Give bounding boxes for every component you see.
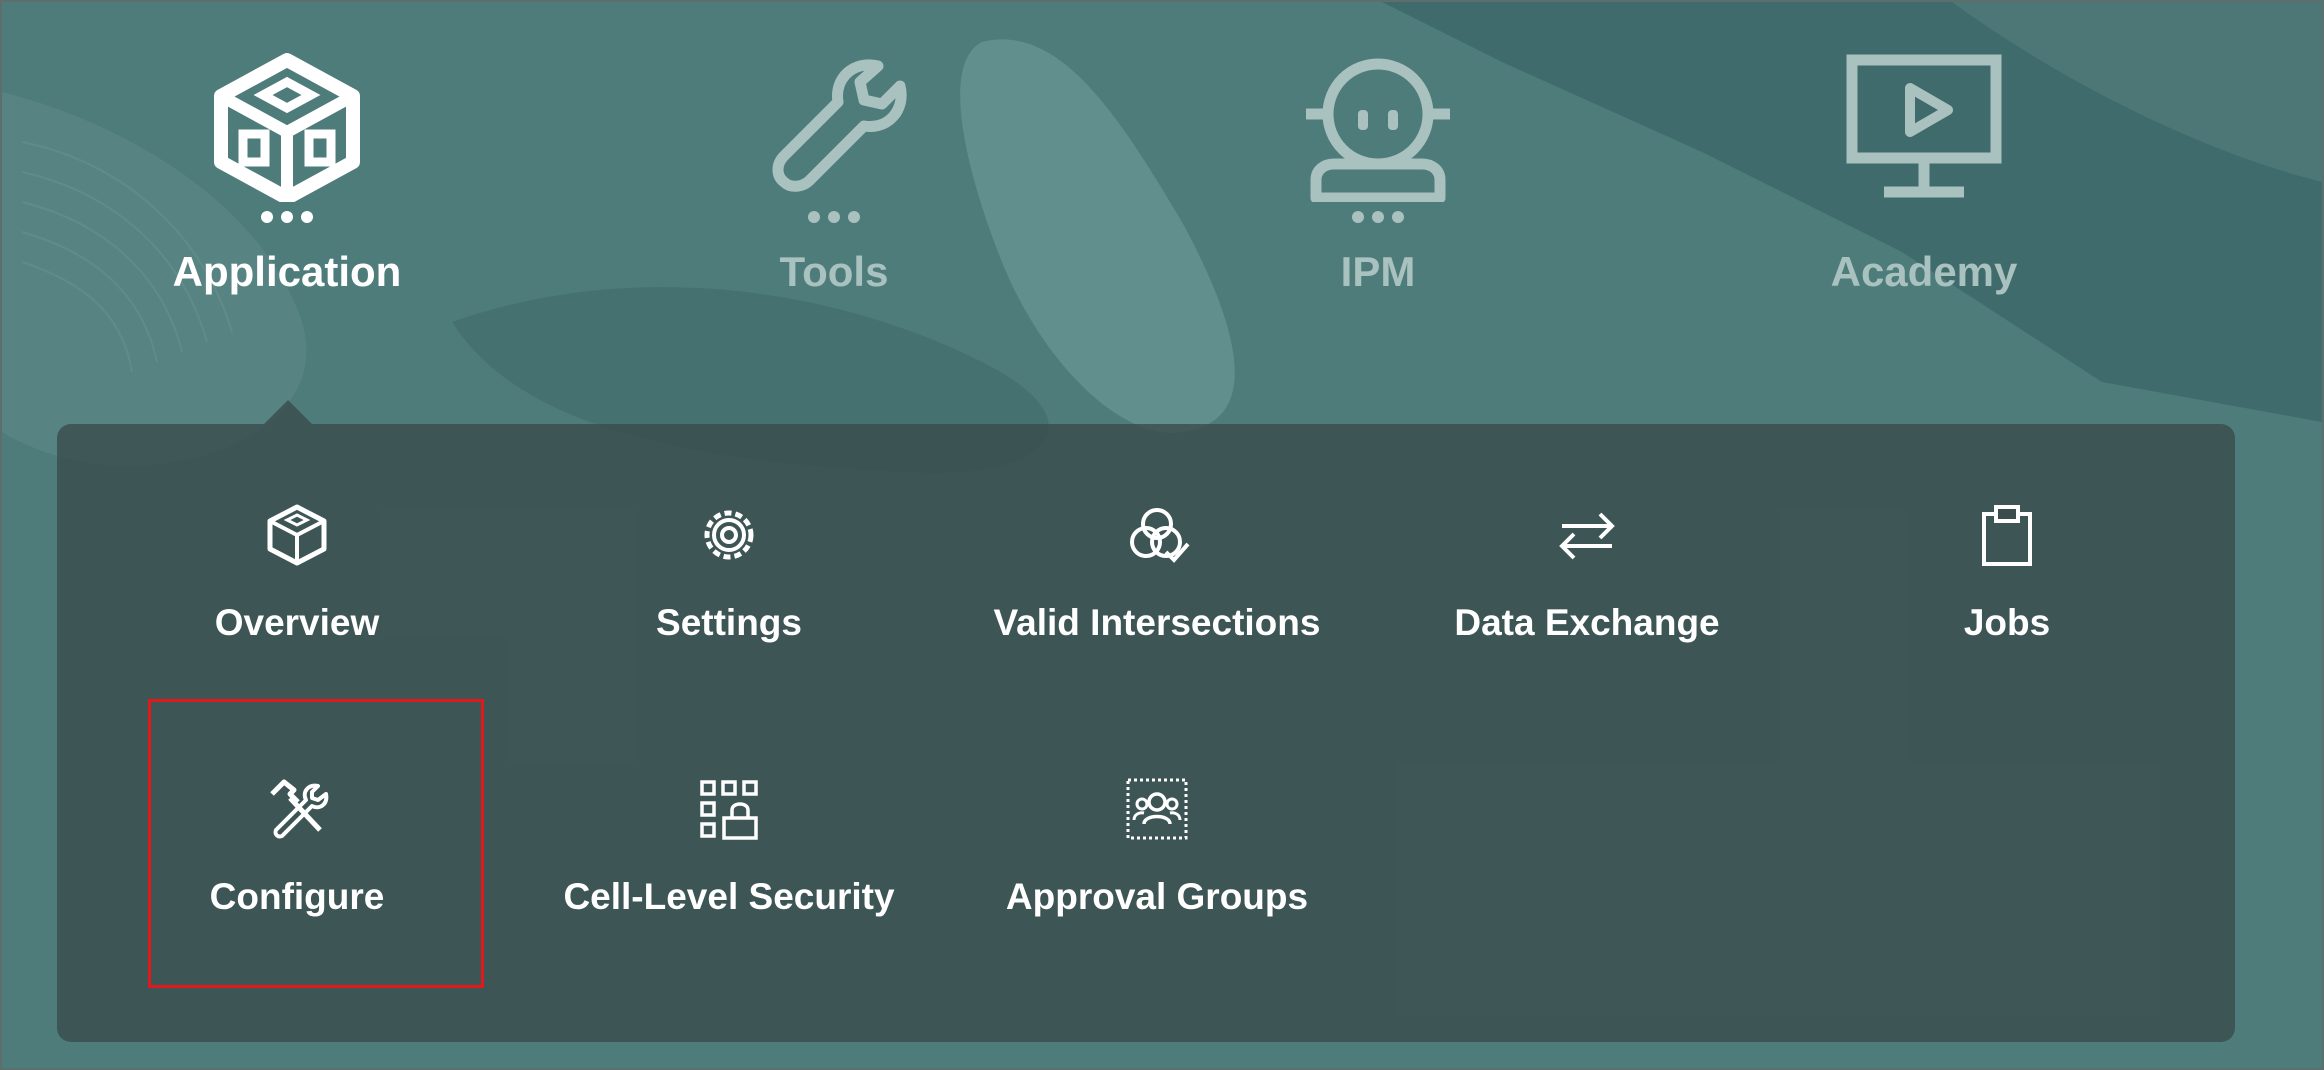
nav-label-application: Application bbox=[172, 248, 402, 295]
configure-highlight-box bbox=[148, 699, 484, 988]
nav-label-tools: Tools bbox=[779, 248, 889, 295]
cube-icon bbox=[267, 504, 327, 566]
panel-pointer bbox=[264, 400, 312, 424]
tile-label-data-exchange: Data Exchange bbox=[1454, 602, 1720, 643]
nav-item-application[interactable]: Application bbox=[137, 52, 437, 296]
tile-label-jobs: Jobs bbox=[1963, 602, 2051, 643]
app-window: Application Tools IPM Academy Overview S… bbox=[0, 0, 2324, 1070]
more-dots-icon bbox=[261, 211, 313, 223]
application-cube-icon bbox=[214, 53, 360, 202]
clipboard-icon bbox=[1982, 505, 2032, 566]
tile-jobs[interactable]: Jobs bbox=[1797, 502, 2217, 644]
grid-lock-icon bbox=[700, 780, 758, 840]
nav-label-academy: Academy bbox=[1830, 248, 2018, 295]
tile-data-exchange[interactable]: Data Exchange bbox=[1377, 502, 1797, 644]
tile-overview[interactable]: Overview bbox=[87, 502, 507, 644]
nav-item-tools[interactable]: Tools bbox=[684, 52, 984, 296]
tile-label-approval-groups: Approval Groups bbox=[1005, 876, 1309, 917]
wrench-icon bbox=[772, 59, 907, 192]
intersections-check-icon bbox=[1130, 508, 1190, 563]
top-navigation: Application Tools IPM Academy bbox=[2, 2, 2322, 362]
tile-approval-groups[interactable]: Approval Groups bbox=[947, 776, 1367, 918]
swap-arrows-icon bbox=[1559, 512, 1615, 560]
tile-label-settings: Settings bbox=[656, 602, 802, 643]
group-users-icon bbox=[1126, 778, 1188, 840]
tile-label-overview: Overview bbox=[214, 602, 380, 643]
nav-label-ipm: IPM bbox=[1340, 248, 1416, 295]
nav-item-ipm[interactable]: IPM bbox=[1228, 52, 1528, 296]
tile-valid-intersections[interactable]: Valid Intersections bbox=[947, 502, 1367, 644]
monitor-play-icon bbox=[1846, 54, 2002, 198]
more-dots-icon bbox=[1352, 211, 1404, 223]
tile-cell-level-security[interactable]: Cell-Level Security bbox=[519, 776, 939, 918]
tile-label-valid-intersections: Valid Intersections bbox=[993, 602, 1321, 643]
ipm-robot-icon bbox=[1306, 58, 1450, 202]
nav-item-academy[interactable]: Academy bbox=[1774, 52, 2074, 296]
tile-label-cell-level-security: Cell-Level Security bbox=[563, 876, 895, 917]
more-dots-icon bbox=[808, 211, 860, 223]
tile-settings[interactable]: Settings bbox=[519, 502, 939, 644]
gear-icon bbox=[704, 510, 754, 560]
